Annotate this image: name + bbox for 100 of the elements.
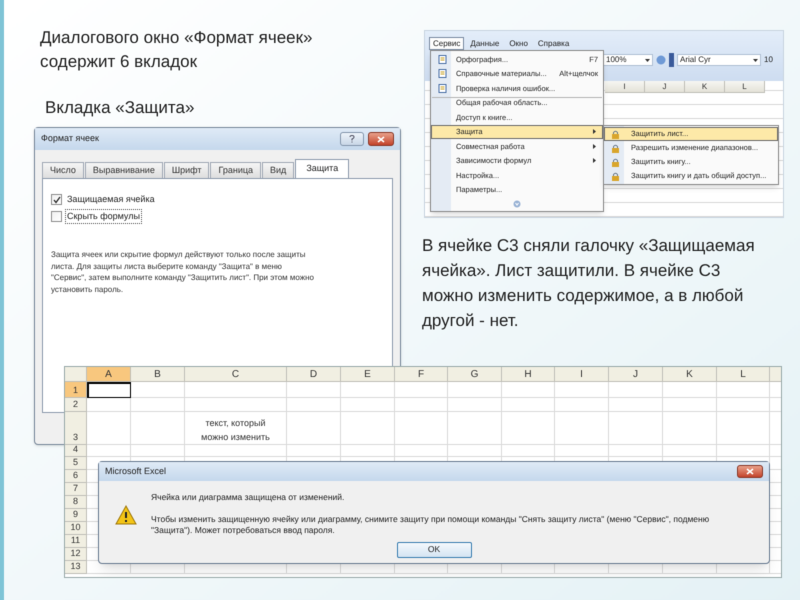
menubar-item[interactable]: Сервис [429,37,464,50]
document-icon [438,69,446,78]
help-text: Защита ячеек или скрытие формул действуют только после защиты листа. Для защиты листа выберите команду "Защита" в меню "Сервис", затем выполните команду "Защитить лист". При этом можно установить пароль. [51,249,315,295]
column-header: I [605,81,645,93]
help-button[interactable] [340,132,364,146]
table-cell [717,412,770,445]
column-header: G [448,367,502,382]
column-header: J [609,367,663,382]
alert-details: Чтобы изменить защищенную ячейку или диаграмму, снимите защиту при помощи команды "Снять защиту листа" (меню "Сервис", подменю "Защита"). Может потребоваться ввод пароля. [151,514,710,536]
column-header: J [645,81,685,93]
table-cell [87,398,131,412]
dialog-tab[interactable]: Защита [295,159,350,178]
row-header: 12 [65,548,87,561]
close-icon [377,136,385,142]
table-cell [448,445,502,457]
column-header: C [185,367,287,382]
menubar-item[interactable]: Справка [534,37,574,50]
table-cell [609,398,663,412]
dialog-tab[interactable]: Граница [210,162,262,178]
table-cell [131,398,185,412]
zoom-dropdown[interactable]: 100% [603,54,653,66]
alert-message: Ячейка или диаграмма защищена от изменений. [151,491,346,504]
close-button[interactable] [368,132,394,146]
row-header: 7 [65,483,87,496]
dialog-title: Microsoft Excel [105,464,168,478]
table-cell [395,398,448,412]
row-header: 4 [65,445,87,457]
dialog-tab[interactable]: Шрифт [164,162,210,178]
table-cell [395,445,448,457]
submenu-arrow-icon [593,144,596,149]
table-cell [717,382,770,398]
table-cell [502,412,555,445]
slide-heading: Диалогового окно «Формат ячеек» содержит 6 вкладок [40,27,314,73]
column-header [770,367,781,382]
ok-button[interactable]: OK [396,542,472,558]
document-icon [438,84,446,93]
column-header: D [287,367,341,382]
table-cell [341,412,395,445]
row-header: 13 [65,561,87,574]
dialog-tab[interactable]: Вид [262,162,294,178]
font-dropdown[interactable]: Arial Cyr [677,54,761,66]
lock-icon [610,172,620,180]
active-cell[interactable] [87,382,131,398]
checkbox[interactable] [51,194,62,205]
menubar-item[interactable]: Данные [466,37,504,50]
table-cell [87,445,131,457]
font-size-field[interactable]: 10 [764,54,773,66]
table-cell [448,382,502,398]
table-cell [663,382,717,398]
row-header: 10 [65,522,87,535]
dialog-tab[interactable]: Выравнивание [84,162,163,178]
warning-icon [115,505,137,525]
column-header: A [87,367,131,382]
table-cell [663,398,717,412]
lock-icon [610,158,620,166]
menubar-item[interactable]: Окно [505,37,532,50]
table-cell [341,382,395,398]
checkbox-label[interactable]: Защищаемая ячейка [65,192,157,208]
row-header: 8 [65,496,87,509]
table-cell [502,445,555,457]
submenu-arrow-icon [593,158,596,164]
row-header: 9 [65,509,87,522]
row-header: 3 [65,412,87,445]
table-cell [341,445,395,457]
column-header: L [725,81,765,93]
table-cell [448,398,502,412]
slide-caption: В ячейке С3 сняли галочку «Защищаемая ячейка». Лист защитили. В ячейке С3 можно изменить содержимое, а в любой другой - нет. [422,235,756,332]
table-cell [131,382,185,398]
toolbar-handle [669,53,674,67]
caret-icon [645,58,650,62]
checkbox[interactable] [51,211,62,222]
column-header: E [341,367,395,382]
row-header: 5 [65,457,87,470]
table-cell [131,412,185,445]
table-cell [287,398,341,412]
table-cell [448,412,502,445]
close-button[interactable] [737,465,763,478]
column-header: B [131,367,185,382]
table-cell [131,445,185,457]
dialog-title: Формат ячеек [41,132,100,146]
row-header: 11 [65,535,87,548]
checkbox-label[interactable]: Скрыть формулы [65,208,142,224]
dialog-tab[interactable]: Число [42,162,84,178]
table-cell [717,398,770,412]
column-header: I [555,367,609,382]
expand-chevron-icon [513,200,521,208]
row-header: 2 [65,398,87,412]
lock-icon [610,130,620,138]
column-header: K [663,367,717,382]
column-header: H [502,367,555,382]
row-header: 1 [65,382,87,398]
document-icon [438,54,446,64]
table-cell [395,382,448,398]
table-cell [287,412,341,445]
table-cell [609,412,663,445]
table-cell [395,412,448,445]
column-header: F [395,367,448,382]
table-cell [555,445,609,457]
caret-icon [753,58,758,62]
table-cell [663,445,717,457]
